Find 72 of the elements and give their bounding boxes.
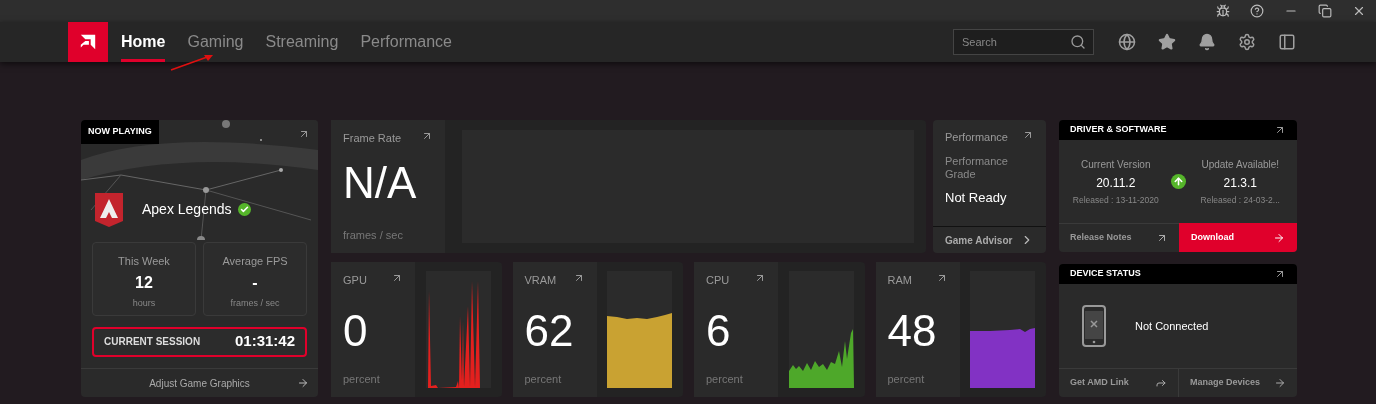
metric-label: GPU: [343, 273, 367, 288]
version-number: 21.3.1: [1223, 174, 1257, 192]
card-title: DEVICE STATUS: [1070, 267, 1141, 281]
nav-tab[interactable]: Streaming: [265, 22, 339, 62]
settings-icon[interactable]: [1238, 33, 1256, 51]
expand-icon[interactable]: [421, 130, 433, 142]
metric-unit: percent: [887, 371, 926, 387]
metric-label: RAM: [887, 273, 912, 288]
stat-value: 12: [135, 273, 153, 293]
grade-value: Not Ready: [945, 189, 1008, 207]
notifications-icon[interactable]: [1198, 33, 1216, 51]
stat-value: -: [252, 273, 258, 293]
logo-icon[interactable]: [68, 22, 108, 62]
share-arrow-icon: [1155, 377, 1167, 389]
restore-icon[interactable]: [1318, 4, 1332, 18]
release-date: Released : 13-11-2020: [1072, 193, 1159, 207]
nav-tab[interactable]: Performance: [360, 22, 452, 62]
game-advisor-link[interactable]: Game Advisor: [933, 226, 1046, 253]
manage-devices-link[interactable]: Manage Devices: [1179, 369, 1297, 397]
search-field[interactable]: Search: [953, 29, 1094, 55]
metric-unit: percent: [524, 371, 563, 387]
nav-tab[interactable]: Home: [121, 22, 166, 62]
grade-label: Performance Grade: [945, 154, 1009, 182]
adjust-graphics-link[interactable]: Adjust Game Graphics: [81, 368, 318, 397]
arrow-right-icon: [1274, 377, 1286, 389]
amd-link-link[interactable]: Get AMD Link: [1059, 369, 1179, 397]
session-label: CURRENT SESSION: [104, 335, 201, 349]
metric-value: 6: [706, 308, 732, 353]
version-number: 20.11.2: [1096, 174, 1136, 192]
session-time: 01:31:42: [234, 331, 295, 352]
card-title: DRIVER & SOFTWARE: [1070, 123, 1167, 137]
game-title: Apex Legends: [142, 200, 232, 219]
expand-icon[interactable]: [391, 272, 403, 284]
metric-value: 0: [343, 308, 369, 353]
metric-value: 48: [887, 308, 938, 353]
card-title: Frame Rate: [343, 131, 402, 146]
help-icon[interactable]: [1250, 4, 1264, 18]
metric-label: CPU: [706, 273, 730, 288]
version-label: Update Available!: [1201, 157, 1280, 172]
arrow-up-right-icon: [1156, 232, 1168, 244]
metric-unit: percent: [706, 371, 744, 387]
search-icon[interactable]: [1070, 34, 1086, 50]
stat-label: Average FPS: [222, 253, 288, 269]
connection-status: Not Connected: [1135, 318, 1209, 334]
expand-icon[interactable]: [298, 128, 310, 140]
frame-rate-unit: frames / sec: [343, 227, 404, 243]
annotation-arrow: [170, 53, 214, 72]
stat-unit: hours: [132, 297, 156, 310]
stat-unit: frames / sec: [230, 297, 280, 310]
arrow-right-icon: [297, 377, 309, 389]
panel-icon[interactable]: [1278, 33, 1296, 51]
metric-unit: percent: [343, 371, 381, 387]
bug-report-icon[interactable]: [1216, 4, 1230, 18]
expand-icon[interactable]: [754, 272, 766, 284]
globe-icon[interactable]: [1118, 33, 1136, 51]
card-title: Performance: [945, 130, 1008, 145]
card-title: NOW PLAYING: [81, 120, 159, 144]
metric-label: VRAM: [524, 273, 557, 288]
expand-icon[interactable]: [1022, 129, 1034, 141]
stat-label: This Week: [118, 253, 170, 269]
version-label: Current Version: [1081, 157, 1151, 172]
expand-icon[interactable]: [1274, 124, 1286, 136]
metric-value: 62: [524, 308, 575, 353]
close-icon[interactable]: [1352, 4, 1366, 18]
download-button[interactable]: Download: [1179, 223, 1297, 252]
frame-rate-value: N/A: [343, 160, 418, 205]
phone-icon: [1082, 305, 1106, 347]
nav-tab[interactable]: Gaming: [187, 22, 244, 62]
star-icon[interactable]: [1158, 33, 1176, 51]
expand-icon[interactable]: [1274, 268, 1286, 280]
release-date: Released : 24-03-2...: [1200, 193, 1280, 207]
arrow-right-icon: [1273, 231, 1285, 244]
